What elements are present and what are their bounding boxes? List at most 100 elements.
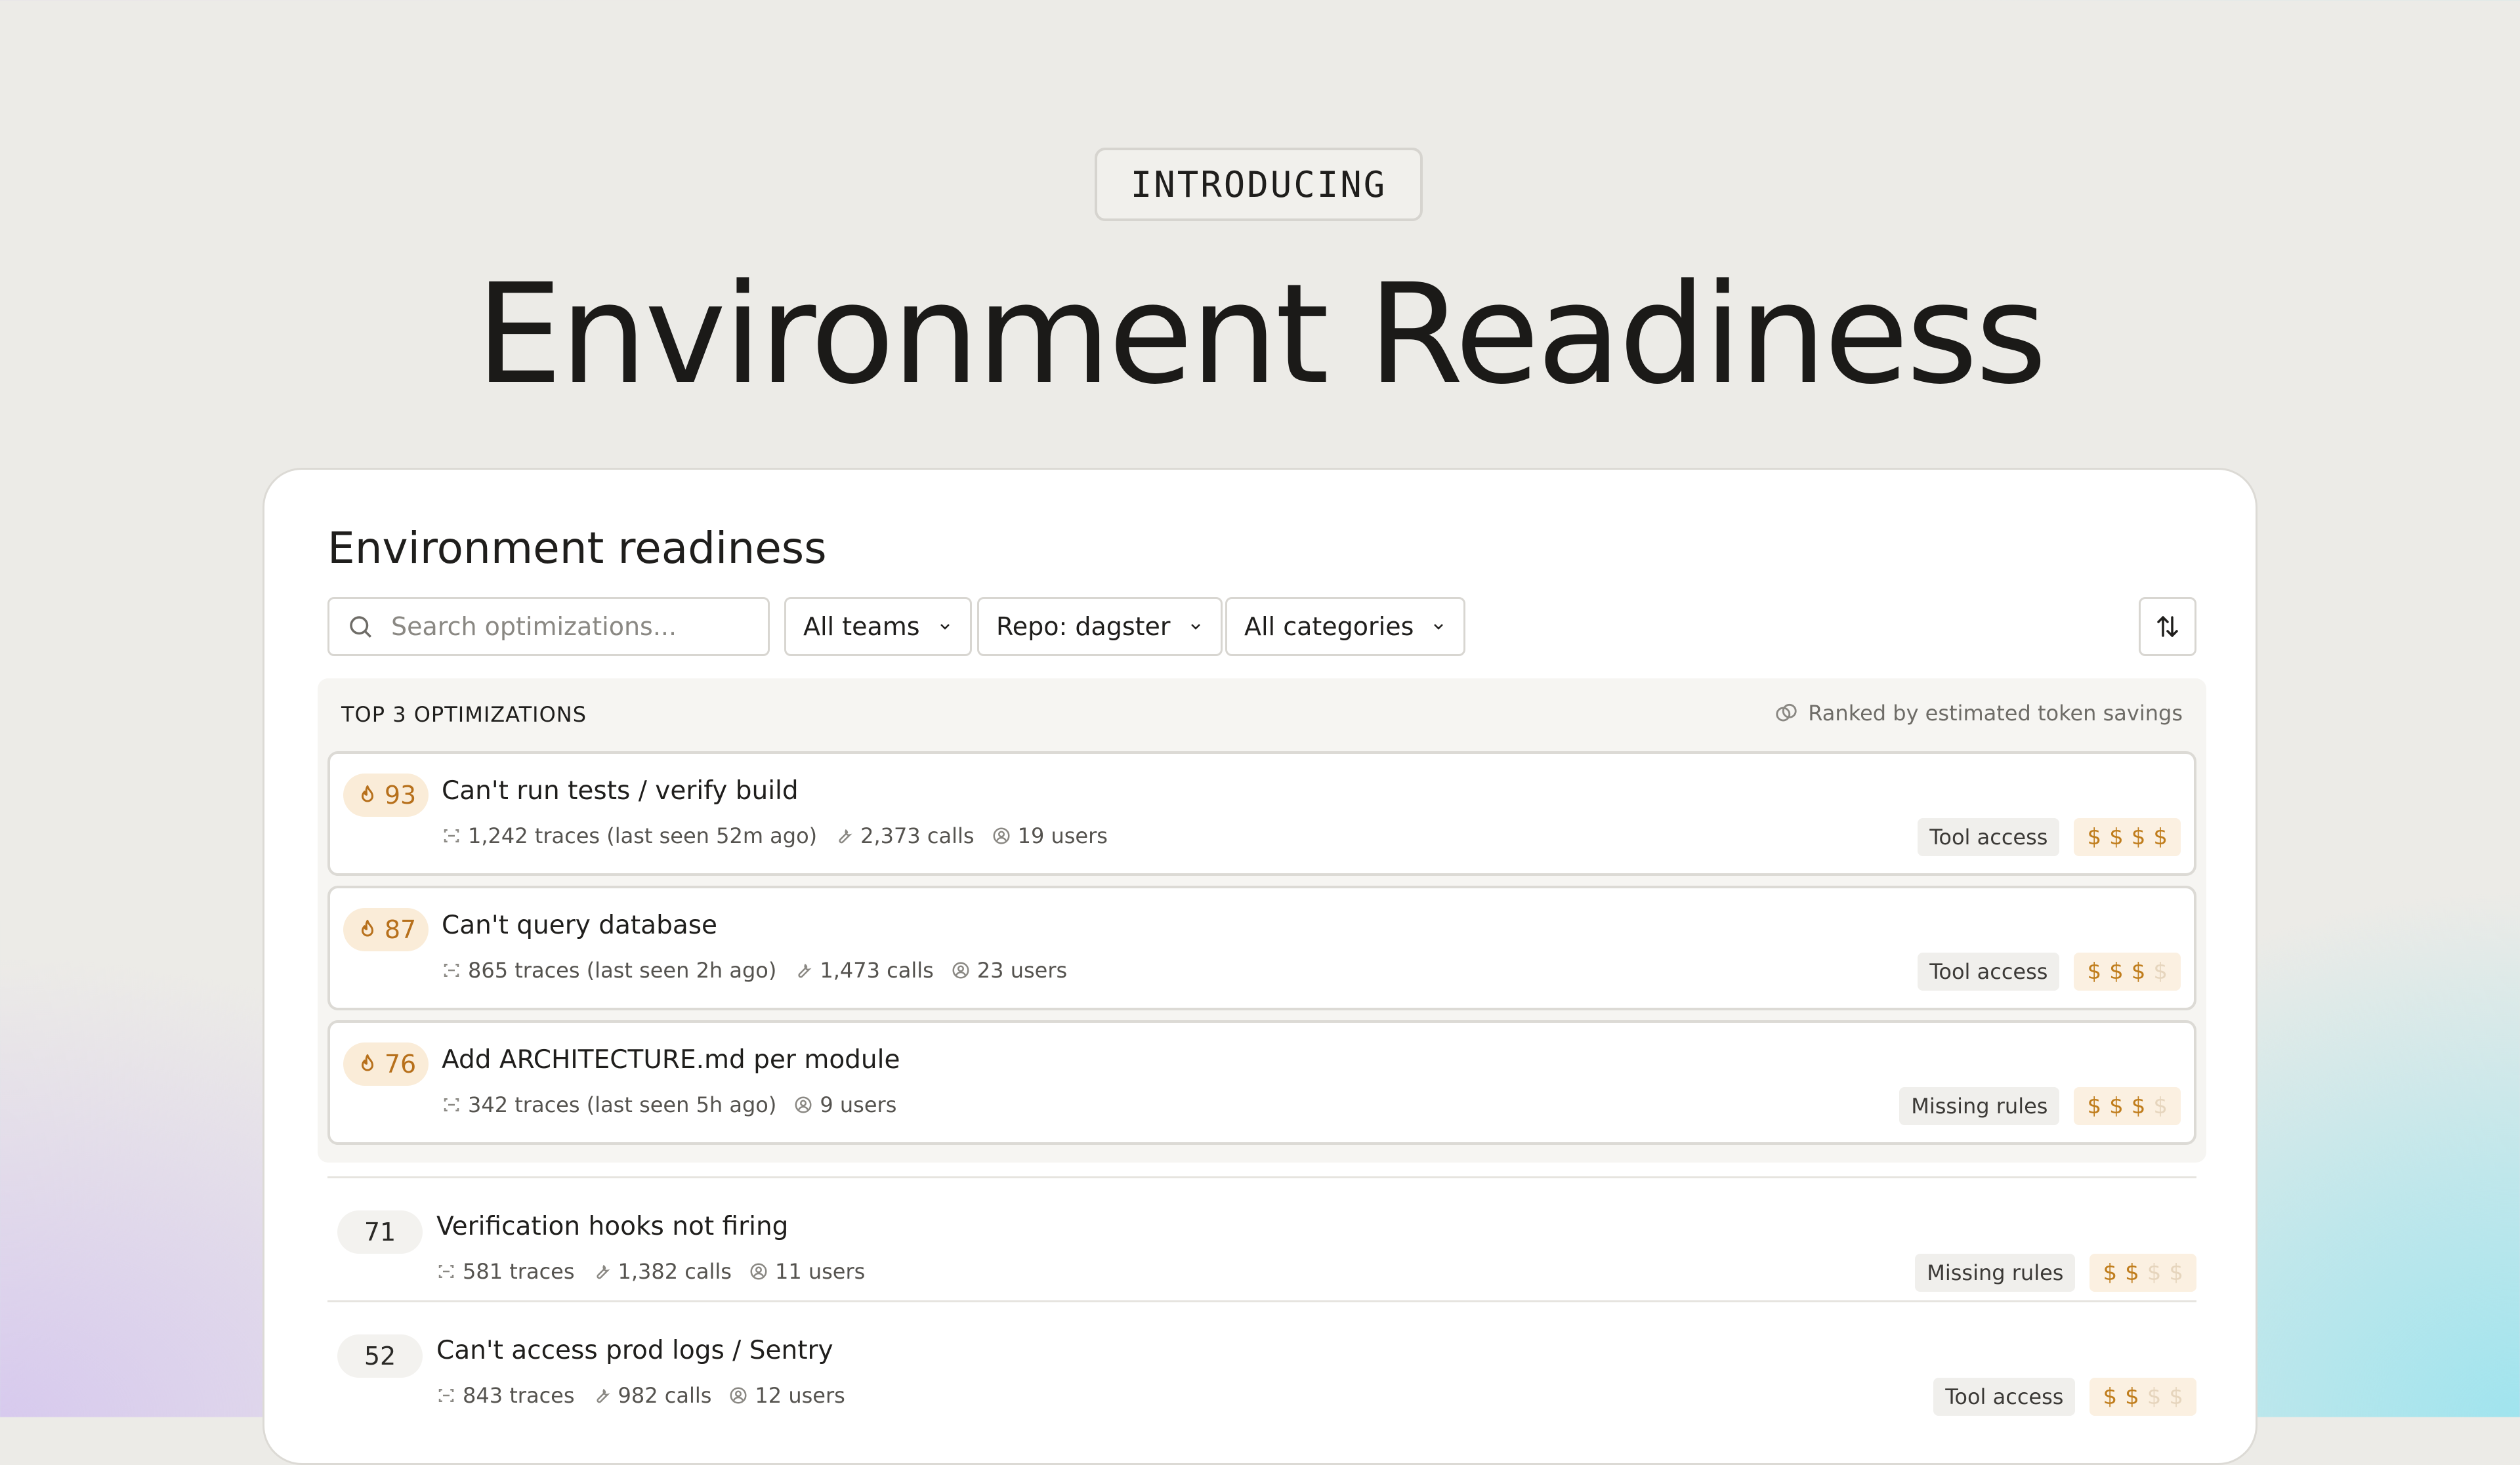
- team-filter-label: All teams: [803, 612, 920, 641]
- category-tag: Tool access: [1918, 953, 2060, 991]
- optimization-meta: 581 traces 1,382 calls 11 users: [436, 1259, 882, 1284]
- dollar-inactive-icon: $: [2169, 1260, 2183, 1286]
- coins-icon: [1776, 703, 1797, 722]
- dollar-active-icon: $: [2109, 824, 2124, 850]
- users-stat: 19 users: [992, 823, 1108, 848]
- optimization-title: Verification hooks not firing: [436, 1212, 789, 1241]
- optimization-meta: 843 traces 982 calls 12 users: [436, 1383, 862, 1408]
- optimization-title: Can't run tests / verify build: [442, 776, 799, 806]
- team-filter-dropdown[interactable]: All teams: [784, 597, 972, 656]
- users-label: 23 users: [976, 958, 1068, 983]
- score-badge: 93: [343, 774, 429, 817]
- search-icon: [350, 616, 371, 638]
- row-tags: Tool access $ $ $ $: [1918, 818, 2181, 856]
- users-stat: 11 users: [749, 1259, 865, 1284]
- user-icon: [795, 1096, 812, 1113]
- calls-label: 1,382 calls: [618, 1259, 732, 1284]
- traces-stat: 865 traces (last seen 2h ago): [442, 958, 776, 983]
- category-tag: Tool access: [1918, 818, 2060, 856]
- score-value: 52: [364, 1342, 396, 1371]
- dollar-active-icon: $: [2087, 824, 2102, 850]
- score-value: 76: [384, 1050, 417, 1079]
- cost-indicator: $ $ $ $: [2074, 953, 2181, 991]
- filter-toolbar: All teams Repo: dagster All categories: [327, 597, 2196, 656]
- trace-icon: [444, 964, 459, 977]
- users-label: 11 users: [774, 1259, 866, 1284]
- traces-label: 1,242 traces (last seen 52m ago): [468, 823, 818, 848]
- user-icon: [993, 827, 1010, 844]
- cost-indicator: $ $ $ $: [2074, 818, 2181, 856]
- divider: [327, 1176, 2196, 1178]
- dollar-inactive-icon: $: [2153, 959, 2168, 985]
- users-stat: 12 users: [728, 1383, 845, 1408]
- sort-button[interactable]: [2139, 597, 2196, 656]
- traces-label: 581 traces: [463, 1259, 575, 1284]
- category-tag: Missing rules: [1915, 1254, 2076, 1292]
- row-tags: Missing rules $ $ $ $: [1915, 1254, 2196, 1292]
- dollar-inactive-icon: $: [2153, 1093, 2168, 1119]
- flame-icon: [361, 920, 373, 937]
- users-label: 12 users: [755, 1383, 845, 1408]
- sort-arrows-icon: [2157, 616, 2178, 637]
- calls-label: 982 calls: [618, 1383, 712, 1408]
- user-icon: [730, 1387, 747, 1404]
- optimization-row[interactable]: 87 Can't query database 865 traces (last…: [327, 886, 2196, 1010]
- trace-icon: [438, 1389, 454, 1402]
- users-stat: 9 users: [793, 1092, 896, 1117]
- dollar-active-icon: $: [2125, 1260, 2139, 1286]
- dollar-active-icon: $: [2109, 959, 2124, 985]
- user-icon: [952, 962, 969, 979]
- category-filter-dropdown[interactable]: All categories: [1225, 597, 1466, 656]
- dollar-inactive-icon: $: [2147, 1260, 2162, 1286]
- optimization-meta: 1,242 traces (last seen 52m ago) 2,373 c…: [442, 823, 1125, 848]
- search-input[interactable]: [390, 611, 760, 642]
- category-tag: Tool access: [1933, 1378, 2076, 1416]
- optimization-meta: 342 traces (last seen 5h ago) 9 users: [442, 1092, 914, 1117]
- optimization-title: Add ARCHITECTURE.md per module: [442, 1045, 900, 1075]
- dollar-inactive-icon: $: [2169, 1384, 2183, 1410]
- category-filter-label: All categories: [1244, 612, 1414, 641]
- chevron-down-icon: [1434, 624, 1444, 630]
- dollar-active-icon: $: [2131, 959, 2146, 985]
- optimization-row[interactable]: 93 Can't run tests / verify build 1,242 …: [327, 751, 2196, 876]
- row-tags: Tool access $ $ $ $: [1933, 1378, 2196, 1416]
- traces-label: 843 traces: [463, 1383, 575, 1408]
- score-badge: 87: [343, 908, 429, 951]
- score-badge: 76: [343, 1042, 429, 1086]
- trace-icon: [444, 1098, 459, 1111]
- top-optimizations-section: TOP 3 OPTIMIZATIONS Ranked by estimated …: [318, 678, 2206, 1163]
- row-tags: Tool access $ $ $ $: [1918, 953, 2181, 991]
- dollar-active-icon: $: [2131, 1093, 2146, 1119]
- optimization-row[interactable]: 76 Add ARCHITECTURE.md per module 342 tr…: [327, 1020, 2196, 1145]
- readiness-panel: Environment readiness All teams Repo: da…: [262, 468, 2258, 1465]
- ranked-note-label: Ranked by estimated token savings: [1808, 701, 2183, 726]
- optimization-row[interactable]: 52 Can't access prod logs / Sentry 843 t…: [327, 1316, 2196, 1441]
- repo-filter-dropdown[interactable]: Repo: dagster: [977, 597, 1223, 656]
- wrench-icon: [798, 963, 812, 978]
- users-label: 19 users: [1017, 823, 1108, 848]
- calls-label: 2,373 calls: [860, 823, 975, 848]
- trace-icon: [438, 1265, 454, 1278]
- panel-title: Environment readiness: [327, 523, 827, 573]
- wrench-icon: [596, 1264, 610, 1279]
- trace-icon: [444, 829, 459, 842]
- hero-title: Environment Readiness: [475, 254, 2048, 415]
- cost-indicator: $ $ $ $: [2074, 1087, 2181, 1125]
- search-box[interactable]: [327, 597, 770, 656]
- optimization-row[interactable]: 71 Verification hooks not firing 581 tra…: [327, 1192, 2196, 1317]
- divider: [327, 1300, 2196, 1302]
- dollar-active-icon: $: [2153, 824, 2168, 850]
- dollar-active-icon: $: [2103, 1260, 2118, 1286]
- score-badge: 52: [337, 1334, 423, 1378]
- chevron-down-icon: [1190, 624, 1200, 630]
- score-value: 71: [364, 1218, 396, 1247]
- score-badge: 71: [337, 1210, 423, 1254]
- dollar-active-icon: $: [2103, 1384, 2118, 1410]
- repo-filter-label: Repo: dagster: [996, 612, 1171, 641]
- optimization-title: Can't access prod logs / Sentry: [436, 1336, 833, 1365]
- dollar-active-icon: $: [2087, 959, 2102, 985]
- row-tags: Missing rules $ $ $ $: [1899, 1087, 2181, 1125]
- chevron-down-icon: [940, 624, 950, 630]
- calls-label: 1,473 calls: [820, 958, 934, 983]
- dollar-active-icon: $: [2131, 824, 2146, 850]
